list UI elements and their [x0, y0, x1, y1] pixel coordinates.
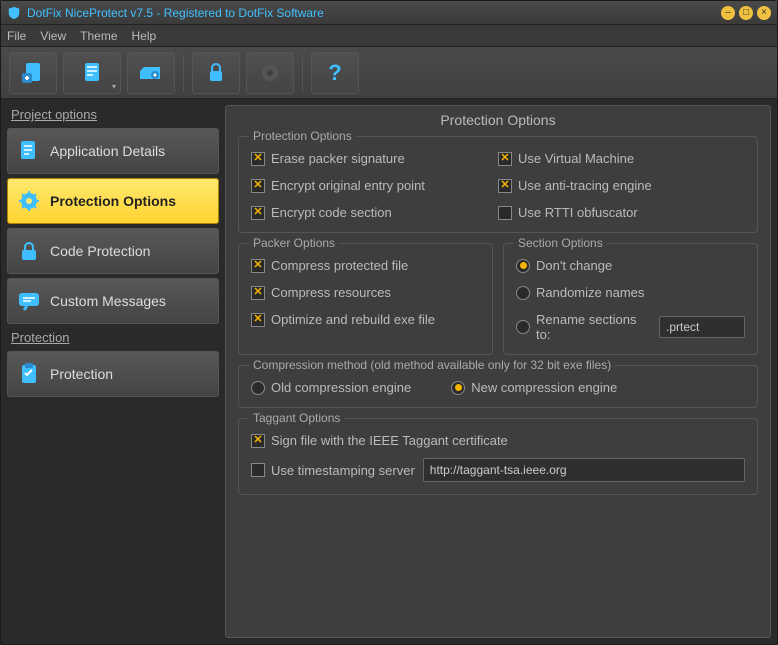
- content: Project options Application Details Prot…: [1, 99, 777, 644]
- sidebar-item-code-protection[interactable]: Code Protection: [7, 228, 219, 274]
- radio-new-compression[interactable]: New compression engine: [451, 380, 617, 395]
- checkbox-use-timestamping[interactable]: Use timestamping server: [251, 463, 415, 478]
- toolbar: ?: [1, 47, 777, 99]
- sidebar-item-custom-messages[interactable]: Custom Messages: [7, 278, 219, 324]
- sidebar-item-label: Application Details: [50, 143, 165, 159]
- sidebar-item-application-details[interactable]: Application Details: [7, 128, 219, 174]
- minimize-button[interactable]: –: [721, 6, 735, 20]
- radio-old-compression[interactable]: Old compression engine: [251, 380, 411, 395]
- checkbox-compress-resources[interactable]: Compress resources: [251, 285, 480, 300]
- menu-file[interactable]: File: [7, 29, 26, 43]
- checkbox-optimize-rebuild[interactable]: Optimize and rebuild exe file: [251, 312, 480, 327]
- sidebar-protection-title: Protection: [11, 330, 215, 345]
- menu-theme[interactable]: Theme: [80, 29, 117, 43]
- toolbar-new-icon[interactable]: [9, 52, 57, 94]
- shield-lock-icon: [16, 238, 42, 264]
- checkbox-use-rtti-obfuscator[interactable]: Use RTTI obfuscator: [498, 205, 745, 220]
- toolbar-lock-icon[interactable]: [192, 52, 240, 94]
- toolbar-open-icon[interactable]: [63, 52, 121, 94]
- gear-icon: [16, 188, 42, 214]
- checkbox-use-anti-tracing[interactable]: Use anti-tracing engine: [498, 178, 745, 193]
- timestamping-server-input[interactable]: [423, 458, 745, 482]
- toolbar-separator: [302, 54, 303, 92]
- app-icon: [7, 6, 21, 20]
- window-controls: – □ ×: [721, 6, 771, 20]
- rename-sections-input[interactable]: [659, 316, 745, 338]
- checkbox-sign-taggant[interactable]: Sign file with the IEEE Taggant certific…: [251, 433, 745, 448]
- group-legend: Compression method (old method available…: [249, 358, 615, 372]
- menu-view[interactable]: View: [40, 29, 66, 43]
- checkbox-encrypt-entry-point[interactable]: Encrypt original entry point: [251, 178, 498, 193]
- group-protection-options: Protection Options Erase packer signatur…: [238, 136, 758, 233]
- checkbox-compress-protected-file[interactable]: Compress protected file: [251, 258, 480, 273]
- window-title: DotFix NiceProtect v7.5 - Registered to …: [27, 6, 721, 20]
- sidebar-item-label: Protection Options: [50, 193, 176, 209]
- checkbox-encrypt-code-section[interactable]: Encrypt code section: [251, 205, 498, 220]
- main-panel: Protection Options Protection Options Er…: [225, 105, 771, 638]
- toolbar-settings-icon[interactable]: [127, 52, 175, 94]
- titlebar: DotFix NiceProtect v7.5 - Registered to …: [1, 1, 777, 25]
- sidebar-item-label: Code Protection: [50, 243, 150, 259]
- page-title: Protection Options: [238, 112, 758, 128]
- clipboard-icon: [16, 361, 42, 387]
- group-legend: Protection Options: [249, 129, 356, 143]
- group-section-options: Section Options Don't change Randomize n…: [503, 243, 758, 355]
- group-taggant-options: Taggant Options Sign file with the IEEE …: [238, 418, 758, 495]
- sidebar-project-title: Project options: [11, 107, 215, 122]
- close-button[interactable]: ×: [757, 6, 771, 20]
- group-packer-options: Packer Options Compress protected file C…: [238, 243, 493, 355]
- toolbar-help-icon[interactable]: ?: [311, 52, 359, 94]
- checkbox-use-virtual-machine[interactable]: Use Virtual Machine: [498, 151, 745, 166]
- radio-randomize-names[interactable]: Randomize names: [516, 285, 745, 300]
- maximize-button[interactable]: □: [739, 6, 753, 20]
- sidebar-item-protection-options[interactable]: Protection Options: [7, 178, 219, 224]
- document-icon: [16, 138, 42, 164]
- group-legend: Packer Options: [249, 236, 339, 250]
- toolbar-gear-disabled-icon[interactable]: [246, 52, 294, 94]
- group-legend: Section Options: [514, 236, 607, 250]
- group-compression-method: Compression method (old method available…: [238, 365, 758, 408]
- group-legend: Taggant Options: [249, 411, 344, 425]
- sidebar: Project options Application Details Prot…: [7, 105, 219, 638]
- sidebar-item-label: Protection: [50, 366, 113, 382]
- checkbox-erase-packer-signature[interactable]: Erase packer signature: [251, 151, 498, 166]
- menubar: File View Theme Help: [1, 25, 777, 47]
- menu-help[interactable]: Help: [132, 29, 157, 43]
- svg-text:?: ?: [328, 60, 341, 85]
- message-icon: [16, 288, 42, 314]
- radio-dont-change[interactable]: Don't change: [516, 258, 745, 273]
- radio-rename-sections[interactable]: Rename sections to:: [516, 312, 745, 342]
- sidebar-item-protection[interactable]: Protection: [7, 351, 219, 397]
- toolbar-separator: [183, 54, 184, 92]
- sidebar-item-label: Custom Messages: [50, 293, 166, 309]
